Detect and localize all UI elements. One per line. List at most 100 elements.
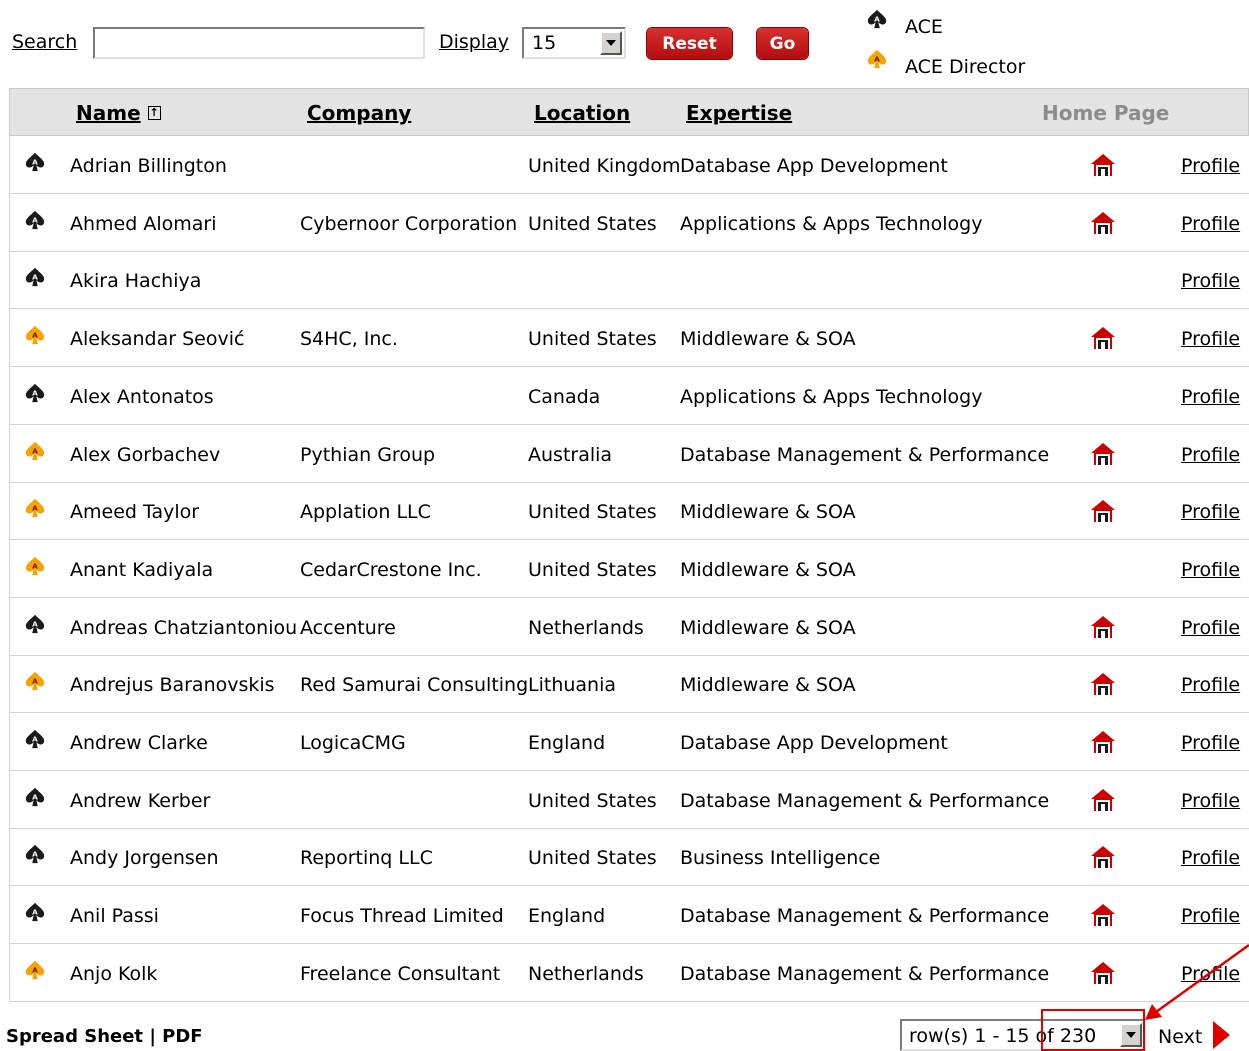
member-name: Anant Kadiyala (70, 558, 214, 581)
display-count-value: 15 (532, 32, 557, 54)
member-company: Red Samurai Consulting (300, 674, 529, 697)
member-expertise: Business Intelligence (680, 847, 881, 870)
next-page-link[interactable]: Next (1158, 1026, 1202, 1048)
profile-link[interactable]: Profile (1181, 328, 1240, 350)
svg-text:A: A (874, 14, 880, 23)
ace-spade-icon: A (24, 209, 46, 236)
home-page-icon[interactable] (1090, 730, 1116, 759)
member-location: United States (528, 558, 657, 581)
display-count-select[interactable]: 15 (522, 27, 626, 59)
member-location: England (528, 905, 606, 928)
profile-link[interactable]: Profile (1181, 270, 1240, 292)
member-company: Applation LLC (300, 501, 431, 524)
svg-text:A: A (32, 619, 38, 628)
next-arrow-icon[interactable] (1211, 1020, 1231, 1050)
member-expertise: Middleware & SOA (680, 328, 856, 351)
profile-link[interactable]: Profile (1181, 386, 1240, 408)
member-location: United States (528, 328, 657, 351)
table-row: A Andrejus Baranovskis Red Samurai Consult… (9, 655, 1249, 714)
svg-text:A: A (32, 388, 38, 397)
reset-button[interactable]: Reset (647, 28, 732, 59)
member-expertise: Middleware & SOA (680, 616, 856, 639)
member-location: United States (528, 212, 657, 235)
svg-text:A: A (32, 273, 38, 282)
ace-director-icon: A (24, 555, 46, 582)
ace-spade-icon: A (24, 843, 46, 870)
home-page-icon[interactable] (1090, 903, 1116, 932)
search-label[interactable]: Search (12, 31, 77, 53)
profile-link[interactable]: Profile (1181, 732, 1240, 754)
home-page-icon[interactable] (1090, 153, 1116, 182)
profile-link[interactable]: Profile (1181, 559, 1240, 581)
table-row: A Andy Jorgensen Reportinq LLC United State… (9, 828, 1249, 887)
table-row: A Alex Gorbachev Pythian Group Australia Dat… (9, 424, 1249, 483)
profile-link[interactable]: Profile (1181, 790, 1240, 812)
export-separator: | (149, 1026, 156, 1047)
member-location: Canada (528, 385, 601, 408)
member-location: United States (528, 789, 657, 812)
profile-link[interactable]: Profile (1181, 847, 1240, 869)
table-row: A Anjo Kolk Freelance Consultant Netherland… (9, 943, 1249, 1002)
home-page-icon[interactable] (1090, 499, 1116, 528)
member-name: Akira Hachiya (70, 270, 202, 293)
ace-director-icon: A (24, 324, 46, 351)
member-company: Freelance Consultant (300, 962, 501, 985)
home-page-icon[interactable] (1090, 845, 1116, 874)
svg-text:A: A (874, 54, 880, 63)
table-row: A Ameed Taylor Applation LLC United States M… (9, 482, 1249, 541)
table-row: A Ahmed Alomari Cybernoor Corporation Unite… (9, 193, 1249, 252)
member-location: Netherlands (528, 962, 644, 985)
profile-link[interactable]: Profile (1181, 905, 1240, 927)
member-company: LogicaCMG (300, 732, 406, 754)
home-page-icon[interactable] (1090, 615, 1116, 644)
member-location: United Kingdom (528, 155, 681, 177)
profile-link[interactable]: Profile (1181, 617, 1240, 639)
go-button[interactable]: Go (757, 28, 808, 59)
table-row: A Adrian Billington United Kingdom Database… (9, 136, 1249, 194)
member-name: Adrian Billington (70, 155, 227, 177)
table-row: A Aleksandar Seović S4HC, Inc. United State… (9, 309, 1249, 368)
ace-spade-icon: A (24, 613, 46, 640)
home-page-icon[interactable] (1090, 672, 1116, 701)
display-label[interactable]: Display (439, 31, 509, 53)
member-company: Pythian Group (300, 443, 436, 466)
member-expertise: Database Management & Performance (680, 905, 1050, 928)
profile-link[interactable]: Profile (1181, 155, 1240, 177)
profile-link[interactable]: Profile (1181, 501, 1240, 523)
home-page-icon[interactable] (1090, 788, 1116, 817)
member-name: Alex Gorbachev (70, 443, 221, 466)
column-header-company[interactable]: Company (307, 101, 411, 125)
table-row: A Alex Antonatos Canada Applications & Apps… (9, 366, 1249, 425)
home-page-icon[interactable] (1090, 961, 1116, 990)
home-page-icon[interactable] (1090, 326, 1116, 355)
table-row: A Anil Passi Focus Thread Limited England Da… (9, 886, 1249, 945)
profile-link[interactable]: Profile (1181, 963, 1240, 985)
search-input[interactable] (93, 27, 425, 59)
column-header-location[interactable]: Location (534, 101, 630, 125)
chevron-down-icon[interactable] (600, 31, 622, 55)
spreadsheet-link[interactable]: Spread Sheet (6, 1026, 143, 1047)
svg-text:A: A (32, 965, 38, 974)
ace-spade-icon: A (24, 266, 46, 293)
profile-link[interactable]: Profile (1181, 674, 1240, 696)
member-expertise: Database App Development (680, 732, 948, 754)
member-name: Andrew Clarke (70, 732, 208, 754)
member-expertise: Database Management & Performance (680, 789, 1050, 812)
member-company: S4HC, Inc. (300, 328, 398, 351)
legend-ace-label: ACE (905, 16, 943, 38)
svg-text:A: A (32, 503, 38, 512)
member-company: CedarCrestone Inc. (300, 558, 482, 581)
ace-director-icon: A (867, 49, 887, 69)
column-header-name[interactable]: Name ↑ (76, 101, 161, 125)
home-page-icon[interactable] (1090, 442, 1116, 471)
sort-ascending-icon[interactable]: ↑ (147, 106, 161, 120)
member-location: Lithuania (528, 674, 617, 697)
pdf-link[interactable]: PDF (162, 1026, 202, 1047)
member-name: Andrew Kerber (70, 789, 211, 812)
column-header-expertise[interactable]: Expertise (686, 101, 792, 125)
profile-link[interactable]: Profile (1181, 213, 1240, 235)
home-page-icon[interactable] (1090, 211, 1116, 240)
member-name: Andy Jorgensen (70, 847, 219, 870)
table-row: A Andrew Kerber United States Database Mana… (9, 770, 1249, 829)
profile-link[interactable]: Profile (1181, 444, 1240, 466)
